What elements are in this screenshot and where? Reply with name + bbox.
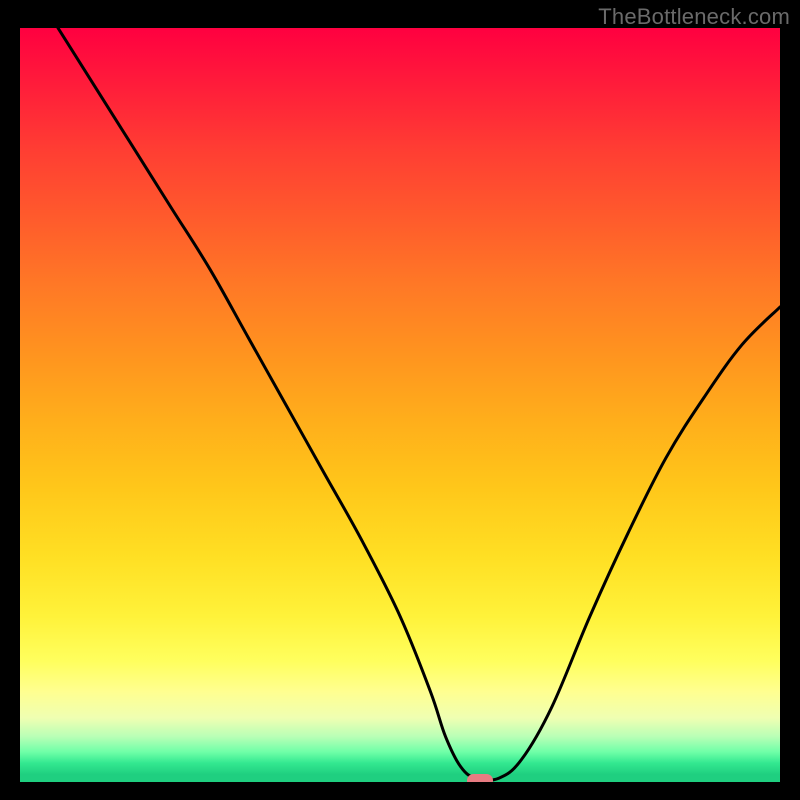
chart-frame: TheBottleneck.com <box>0 0 800 800</box>
bottleneck-curve <box>20 28 780 782</box>
watermark-label: TheBottleneck.com <box>598 4 790 30</box>
optimal-marker <box>467 774 493 783</box>
plot-area <box>20 28 780 782</box>
